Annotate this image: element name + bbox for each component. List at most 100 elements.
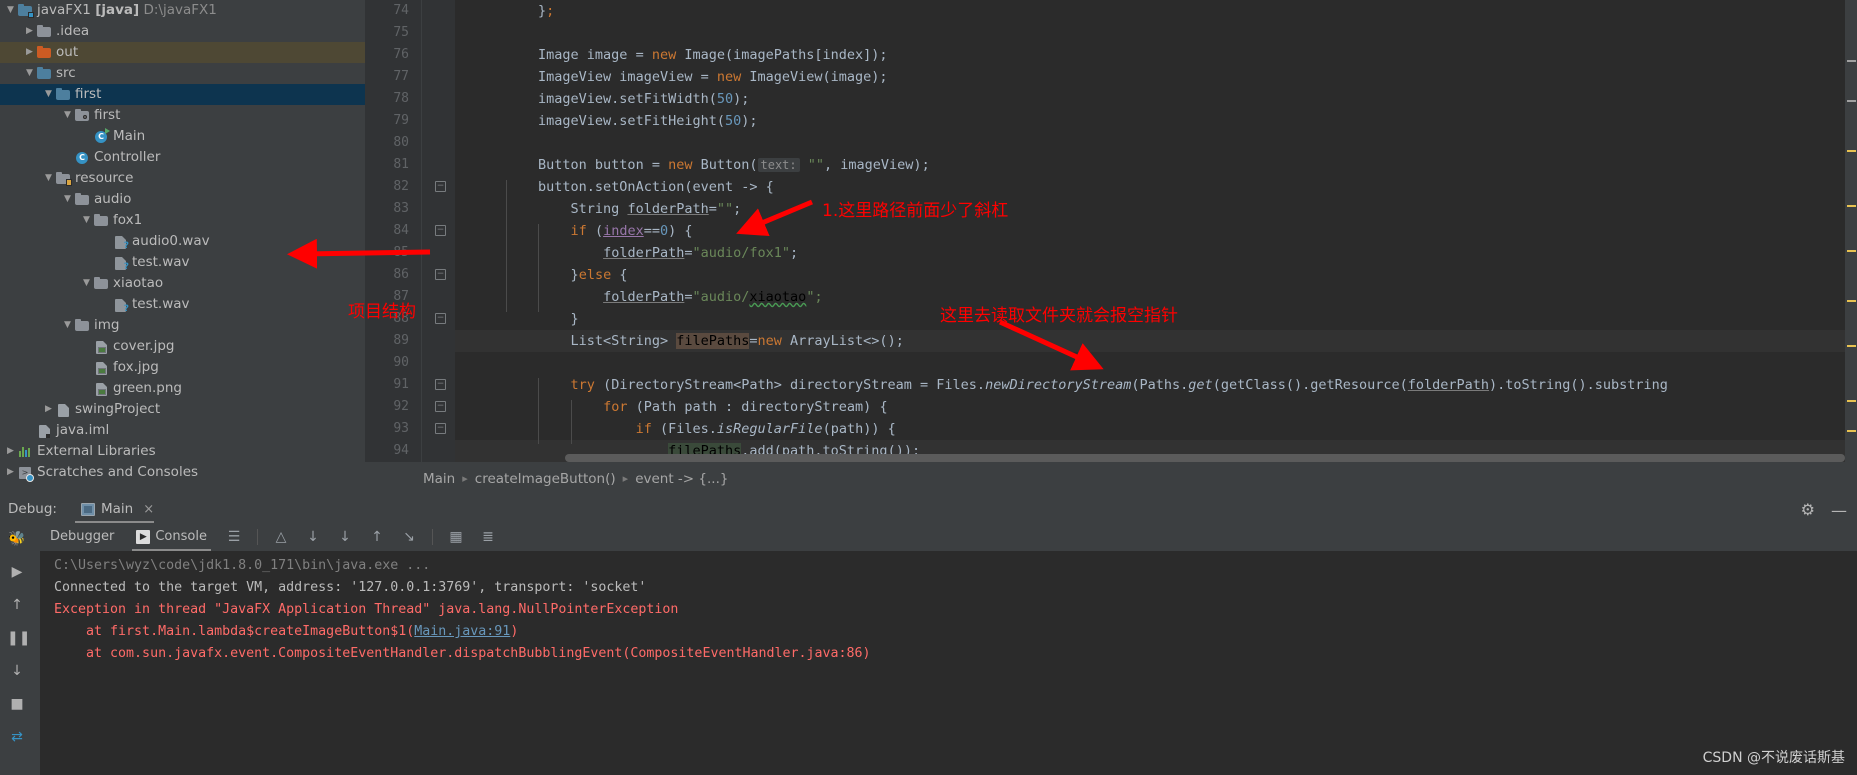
debug-tabbar[interactable]: Debugger ▶ Console ☰ △ ↓ ↓ ↑ ↘ ▦ ≣	[34, 523, 1857, 551]
soft-wrap-icon[interactable]: ☰	[225, 529, 243, 545]
resume-icon[interactable]: ▶	[7, 562, 27, 582]
fold-marker[interactable]: −	[435, 313, 446, 324]
tree-node--idea[interactable]: .idea	[0, 21, 365, 42]
close-icon[interactable]: ×	[143, 502, 154, 517]
code-line[interactable]: }	[571, 308, 579, 330]
tree-node-controller[interactable]: C Controller	[0, 147, 365, 168]
settings-icon[interactable]: ≣	[479, 529, 497, 545]
chevron-right-icon[interactable]	[4, 447, 17, 456]
stacktrace-link[interactable]: Main.java:91	[414, 624, 510, 639]
debug-bug-icon[interactable]: 🐝	[7, 529, 27, 549]
code-line[interactable]: for (Path path : directoryStream) {	[603, 396, 888, 418]
tree-node-fox1[interactable]: fox1	[0, 210, 365, 231]
fold-marker[interactable]: −	[435, 269, 446, 280]
tree-node-audio0-wav[interactable]: ? audio0.wav	[0, 231, 365, 252]
code-line[interactable]: if (index==0) {	[571, 220, 693, 242]
code-line[interactable]: if (Files.isRegularFile(path)) {	[636, 418, 896, 440]
chevron-down-icon[interactable]	[61, 321, 74, 330]
tree-node-out[interactable]: out	[0, 42, 365, 63]
code-editor[interactable]: }; Image image = new Image(imagePaths[ind…	[365, 0, 1857, 495]
tree-node-first[interactable]: first	[0, 105, 365, 126]
code-line[interactable]: Image image = new Image(imagePaths[index…	[538, 44, 888, 66]
tree-node-test-wav[interactable]: ? test.wav	[0, 294, 365, 315]
breadcrumb-item-2[interactable]: event -> {...}	[635, 471, 728, 487]
code-line[interactable]: imageView.setFitHeight(50);	[538, 110, 757, 132]
console-output[interactable]: C:\Users\wyz\code\jdk1.8.0_171\bin\java.…	[34, 551, 1857, 775]
force-step-into-icon[interactable]: ↓	[336, 529, 354, 545]
chevron-down-icon[interactable]	[61, 111, 74, 120]
chevron-down-icon[interactable]	[80, 279, 93, 288]
code-line[interactable]: }else {	[571, 264, 628, 286]
code-line[interactable]: String folderPath="";	[571, 198, 742, 220]
debug-session-tab[interactable]: Main ×	[74, 495, 160, 523]
tree-node-scratches-and-consoles[interactable]: >Scratches and Consoles	[0, 462, 365, 483]
fold-marker[interactable]: −	[435, 423, 446, 434]
code-line[interactable]: };	[538, 0, 554, 22]
code-line[interactable]: imageView.setFitWidth(50);	[538, 88, 749, 110]
minimize-icon[interactable]: —	[1831, 501, 1847, 520]
chevron-right-icon[interactable]	[23, 48, 36, 57]
project-tree-panel[interactable]: javaFX1 [java] D:\javaFX1 .idea out src firs…	[0, 0, 365, 495]
fold-marker[interactable]: −	[435, 225, 446, 236]
breadcrumb-item-1[interactable]: createImageButton()	[475, 471, 616, 487]
tree-node-javafx1[interactable]: javaFX1 [java] D:\javaFX1	[0, 0, 365, 21]
tree-node-src[interactable]: src	[0, 63, 365, 84]
fold-marker[interactable]: −	[435, 401, 446, 412]
tree-node-green-png[interactable]: green.png	[0, 378, 365, 399]
chevron-right-icon[interactable]	[42, 405, 55, 414]
tree-node-img[interactable]: img	[0, 315, 365, 336]
chevron-down-icon[interactable]	[42, 174, 55, 183]
editor-horizontal-scrollbar[interactable]	[565, 454, 1845, 462]
tab-console[interactable]: ▶ Console	[132, 523, 211, 551]
code-line[interactable]: List<String> filePaths=new ArrayList<>()…	[571, 330, 904, 352]
tree-node-resource[interactable]: resource	[0, 168, 365, 189]
tree-node-first[interactable]: first	[0, 84, 365, 105]
step-out-icon[interactable]: △	[272, 529, 290, 545]
tree-node-cover-jpg[interactable]: cover.jpg	[0, 336, 365, 357]
pause-icon[interactable]: ❚❚	[7, 628, 30, 648]
code-token: imageView.setFitHeight(	[538, 113, 725, 129]
chevron-down-icon[interactable]	[61, 195, 74, 204]
tree-node-audio[interactable]: audio	[0, 189, 365, 210]
tree-node-fox-jpg[interactable]: fox.jpg	[0, 357, 365, 378]
code-token: ImageView imageView =	[538, 69, 717, 85]
chevron-down-icon[interactable]	[42, 90, 55, 99]
editor-code-area[interactable]: }; Image image = new Image(imagePaths[ind…	[455, 0, 1857, 462]
tree-node-label: green.png	[113, 380, 182, 396]
breadcrumb-item-0[interactable]: Main	[423, 471, 455, 487]
code-token: 0	[659, 223, 669, 239]
code-token: (getClass().getResource(	[1212, 377, 1408, 393]
code-line[interactable]: button.setOnAction(event -> {	[538, 176, 774, 198]
tab-debugger[interactable]: Debugger	[46, 523, 118, 551]
chevron-right-icon[interactable]	[4, 468, 17, 477]
chevron-down-icon[interactable]	[4, 6, 17, 15]
mute-breakpoints-icon[interactable]: ⇄	[7, 727, 27, 747]
gear-icon[interactable]: ⚙	[1801, 500, 1815, 519]
stop-icon[interactable]: ■	[7, 694, 27, 714]
tree-node-swingproject[interactable]: swingProject	[0, 399, 365, 420]
breadcrumb[interactable]: Main ▸ createImageButton() ▸ event -> {.…	[365, 462, 1857, 495]
tree-node-external-libraries[interactable]: External Libraries	[0, 441, 365, 462]
code-line[interactable]: ImageView imageView = new ImageView(imag…	[538, 66, 888, 88]
step-over-icon[interactable]: ↑	[7, 595, 27, 615]
step-up-icon[interactable]: ↑	[368, 529, 386, 545]
tree-node-main[interactable]: C Main	[0, 126, 365, 147]
debug-action-rail[interactable]: 🐝 ▶ ↑ ❚❚ ↓ ■ ⇄	[0, 523, 34, 775]
print-icon[interactable]: ▦	[447, 529, 465, 545]
tree-node-java-iml[interactable]: java.iml	[0, 420, 365, 441]
run-to-cursor-icon[interactable]: ↘	[400, 529, 418, 545]
tree-node-xiaotao[interactable]: xiaotao	[0, 273, 365, 294]
error-stripe[interactable]	[1845, 0, 1857, 462]
chevron-down-icon[interactable]	[80, 216, 93, 225]
chevron-right-icon[interactable]	[23, 27, 36, 36]
step-into-icon[interactable]: ↓	[304, 529, 322, 545]
code-line[interactable]: try (DirectoryStream<Path> directoryStre…	[571, 374, 1668, 396]
code-line[interactable]: folderPath="audio/fox1";	[603, 242, 798, 264]
fold-marker[interactable]: −	[435, 181, 446, 192]
chevron-down-icon[interactable]	[23, 69, 36, 78]
tree-node-test-wav[interactable]: ? test.wav	[0, 252, 365, 273]
fold-marker[interactable]: −	[435, 379, 446, 390]
code-line[interactable]: folderPath="audio/xiaotao";	[603, 286, 823, 308]
code-line[interactable]: Button button = new Button(text: "", ima…	[538, 154, 930, 176]
step-down-icon[interactable]: ↓	[7, 661, 27, 681]
